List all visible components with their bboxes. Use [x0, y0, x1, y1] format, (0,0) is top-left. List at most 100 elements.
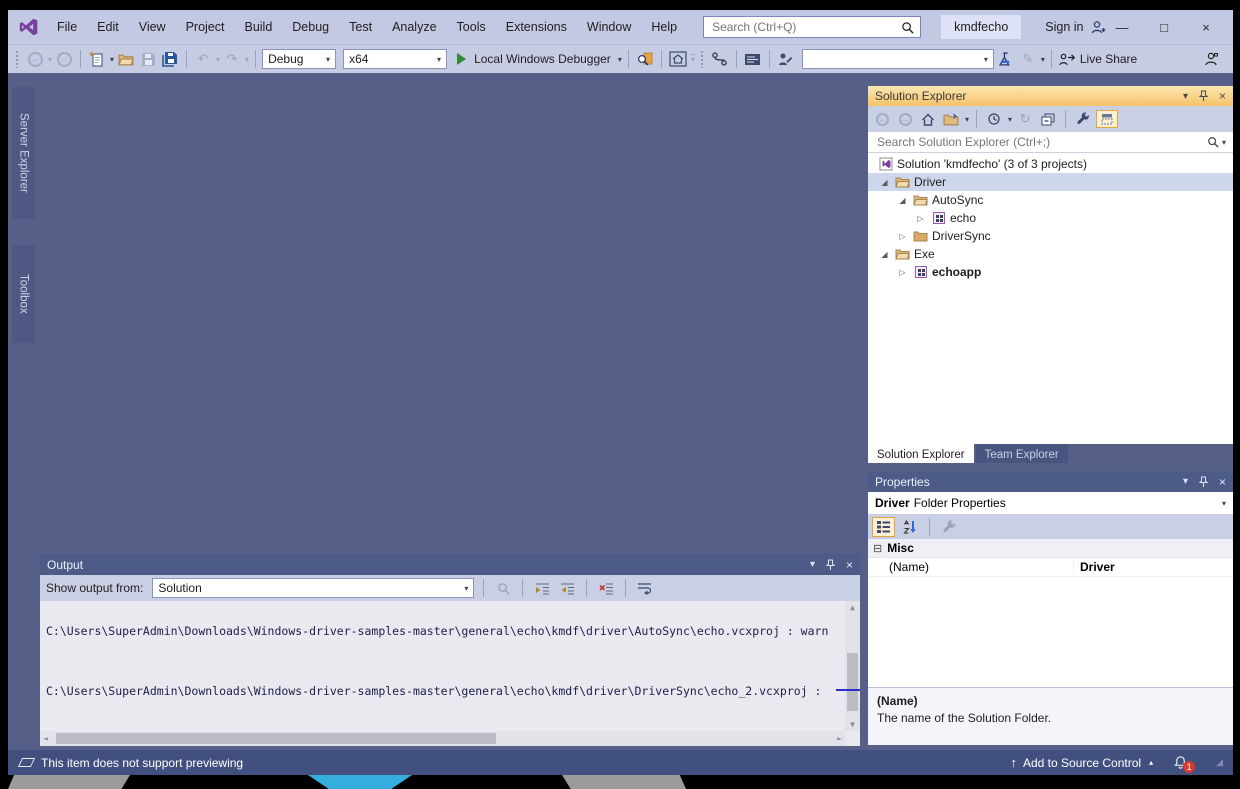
tab-toolbox[interactable]: Toolbox: [12, 245, 35, 343]
alphabetical-sort-button[interactable]: [900, 518, 920, 536]
scope-dropdown[interactable]: ▾: [690, 54, 695, 64]
output-source-dropdown[interactable]: Solution ▾: [152, 578, 475, 598]
solution-explorer-search-box[interactable]: ▾: [868, 132, 1233, 153]
scroll-down-icon[interactable]: ▼: [850, 720, 855, 729]
menu-build[interactable]: Build: [234, 10, 282, 44]
quick-search-box[interactable]: [703, 16, 922, 38]
branch-switch-icon[interactable]: [710, 48, 730, 70]
menu-analyze[interactable]: Analyze: [382, 10, 446, 44]
navigate-back-dropdown[interactable]: ▾: [48, 55, 52, 64]
pin-icon[interactable]: [1198, 90, 1208, 102]
navigate-forward-button[interactable]: →: [54, 48, 74, 70]
properties-object-dropdown[interactable]: Driver Folder Properties ▾: [868, 492, 1233, 514]
solution-home-button[interactable]: [668, 48, 688, 70]
redo-button[interactable]: ↷: [222, 48, 242, 70]
next-message-icon[interactable]: [557, 577, 577, 599]
tab-server-explorer[interactable]: Server Explorer: [12, 87, 35, 219]
expander-collapsed-icon[interactable]: ▷: [894, 268, 911, 277]
scroll-left-icon[interactable]: ◄: [43, 734, 48, 743]
properties-title-bar[interactable]: Properties ▾ ×: [868, 471, 1233, 492]
edit-pencil-icon[interactable]: ✎: [1018, 48, 1038, 70]
menu-tools[interactable]: Tools: [447, 10, 496, 44]
start-debugging-button[interactable]: Local Windows Debugger: [474, 52, 611, 66]
configuration-dropdown[interactable]: Debug ▾: [262, 49, 337, 69]
window-position-dropdown[interactable]: ▾: [1183, 91, 1188, 102]
switch-views-dropdown[interactable]: ▾: [965, 115, 969, 124]
platform-dropdown[interactable]: x64 ▾: [343, 49, 448, 69]
menu-help[interactable]: Help: [641, 10, 687, 44]
toolbar-grip[interactable]: [15, 50, 20, 68]
more-commands-dropdown[interactable]: ▾: [1041, 55, 1045, 64]
menu-test[interactable]: Test: [339, 10, 382, 44]
close-icon[interactable]: ×: [1219, 89, 1226, 103]
back-button[interactable]: ←: [872, 108, 892, 130]
tree-row-echoapp[interactable]: ▷ echoapp: [868, 263, 1233, 281]
close-icon[interactable]: ×: [846, 558, 853, 572]
menu-extensions[interactable]: Extensions: [496, 10, 577, 44]
find-message-icon[interactable]: [493, 577, 513, 599]
output-horizontal-scrollbar[interactable]: ◄ ►: [40, 731, 845, 746]
live-share-button[interactable]: Live Share: [1080, 52, 1137, 66]
search-options-dropdown[interactable]: ▾: [1222, 138, 1226, 147]
run-tests-flask-icon[interactable]: [996, 48, 1016, 70]
add-to-source-control-button[interactable]: Add to Source Control: [1023, 756, 1141, 770]
scroll-up-icon[interactable]: ▲: [850, 603, 855, 612]
il-viewer-icon[interactable]: [743, 48, 763, 70]
property-pages-wrench-icon[interactable]: [939, 518, 959, 536]
window-position-dropdown[interactable]: ▾: [810, 559, 815, 570]
menu-edit[interactable]: Edit: [87, 10, 129, 44]
save-all-button[interactable]: [160, 48, 180, 70]
collapse-category-icon[interactable]: ⊟: [873, 542, 882, 555]
menu-project[interactable]: Project: [176, 10, 235, 44]
clear-all-icon[interactable]: [596, 577, 616, 599]
menu-window[interactable]: Window: [577, 10, 641, 44]
resize-grip[interactable]: ◢: [1216, 757, 1223, 768]
tree-row-driver[interactable]: ◢ Driver: [868, 173, 1233, 191]
redo-dropdown[interactable]: ▾: [245, 55, 249, 64]
tree-row-echo[interactable]: ▷ echo: [868, 209, 1233, 227]
solution-explorer-search-input[interactable]: [875, 134, 1207, 150]
pending-changes-filter-icon[interactable]: [984, 108, 1004, 130]
quick-search-input[interactable]: [710, 19, 902, 35]
word-wrap-icon[interactable]: [635, 577, 655, 599]
output-vertical-scrollbar[interactable]: ▲ ▼: [845, 601, 860, 731]
code-review-icon[interactable]: [776, 48, 796, 70]
properties-wrench-icon[interactable]: [1073, 108, 1093, 130]
new-project-button[interactable]: [87, 48, 107, 70]
notifications-bell-icon[interactable]: 1: [1173, 755, 1196, 773]
output-title-bar[interactable]: Output ▾ ×: [40, 554, 860, 575]
expander-expanded-icon[interactable]: ◢: [894, 196, 911, 205]
expander-expanded-icon[interactable]: ◢: [876, 250, 893, 259]
undo-dropdown[interactable]: ▾: [216, 55, 220, 64]
menu-file[interactable]: File: [47, 10, 87, 44]
search-icon[interactable]: [901, 21, 914, 34]
search-work-items-dropdown[interactable]: ▾: [801, 49, 994, 69]
search-icon[interactable]: [1207, 136, 1219, 148]
scrollbar-thumb[interactable]: [847, 653, 858, 711]
window-position-dropdown[interactable]: ▾: [1183, 476, 1188, 487]
open-folder-button[interactable]: [116, 48, 136, 70]
switch-views-icon[interactable]: [941, 108, 961, 130]
menu-debug[interactable]: Debug: [282, 10, 339, 44]
close-icon[interactable]: ×: [1219, 475, 1226, 489]
output-text-area[interactable]: C:\Users\SuperAdmin\Downloads\Windows-dr…: [40, 601, 860, 746]
tree-row-driversync[interactable]: ▷ DriverSync: [868, 227, 1233, 245]
save-button[interactable]: [138, 48, 158, 70]
maximize-button[interactable]: □: [1157, 20, 1171, 35]
previous-message-icon[interactable]: [532, 577, 552, 599]
tab-solution-explorer[interactable]: Solution Explorer: [868, 444, 974, 463]
tab-team-explorer[interactable]: Team Explorer: [975, 444, 1068, 463]
collapse-all-icon[interactable]: [1038, 108, 1058, 130]
pin-icon[interactable]: [1198, 476, 1208, 488]
scroll-right-icon[interactable]: ►: [837, 734, 842, 743]
source-control-caret-icon[interactable]: ▴: [1149, 758, 1153, 767]
sync-with-active-document-icon[interactable]: ↻: [1015, 108, 1035, 130]
attach-to-process-button[interactable]: [635, 48, 655, 70]
feedback-icon[interactable]: [1201, 48, 1221, 70]
toolbar-grip[interactable]: [699, 50, 705, 68]
property-category-misc[interactable]: ⊟ Misc: [868, 539, 1233, 558]
minimize-button[interactable]: —: [1115, 20, 1129, 35]
menu-view[interactable]: View: [129, 10, 176, 44]
categorized-view-button[interactable]: [872, 516, 895, 537]
scrollbar-thumb[interactable]: [56, 733, 496, 744]
